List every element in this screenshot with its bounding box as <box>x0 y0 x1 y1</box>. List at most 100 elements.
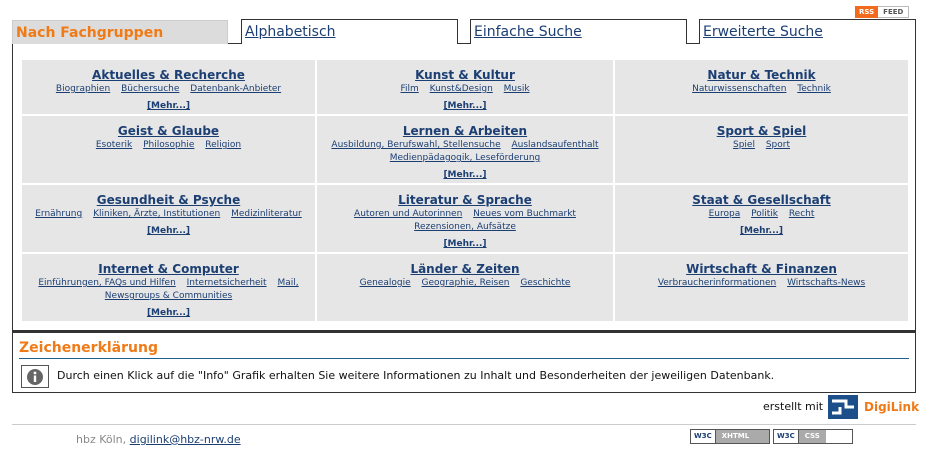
subcategory-link[interactable]: Sport <box>766 140 790 150</box>
subcategory-link[interactable]: Ernährung <box>35 209 82 219</box>
subcategory-link[interactable]: Musik <box>504 84 530 94</box>
subcategory-link[interactable]: Medienpädagogik, Leseförderung <box>390 153 541 163</box>
email-link[interactable]: digilink@hbz-nrw.de <box>130 433 241 446</box>
tab-alphabetisch[interactable]: Alphabetisch <box>241 19 458 44</box>
subject-group-cell: Länder & Zeiten Genealogie Geographie, Re… <box>317 254 613 321</box>
legend-section: Zeichenerklärung Durch einen Klick auf d… <box>12 331 916 393</box>
subcategory-list: Biographien Büchersuche Datenbank-Anbiet… <box>22 83 315 96</box>
digilink-brand[interactable]: DigiLink <box>864 400 919 414</box>
subcategory-link[interactable]: Neues vom Buchmarkt <box>473 209 576 219</box>
subcategory-link[interactable]: Technik <box>797 84 831 94</box>
more-link[interactable]: [Mehr...] <box>443 170 486 180</box>
more-link[interactable]: [Mehr...] <box>147 101 190 111</box>
subcategory-link[interactable]: Kliniken, Ärzte, Institutionen <box>93 209 220 219</box>
subject-group-title[interactable]: Literatur & Sprache <box>398 194 532 207</box>
more-link[interactable]: [Mehr...] <box>740 226 783 236</box>
w3c-xhtml-badge[interactable]: W3C XHTML 1.0 <box>690 429 770 450</box>
made-with-label: erstellt mit <box>763 400 824 413</box>
subcategory-link[interactable]: Verbraucherinformationen <box>658 278 776 288</box>
subcategory-link[interactable]: Spiel <box>733 140 755 150</box>
w3c-css-badge[interactable]: W3C CSS <box>773 429 853 444</box>
xhtml-label: XHTML 1.0 <box>715 430 769 450</box>
subcategory-link[interactable]: Geographie, Reisen <box>422 278 510 288</box>
subcategory-list: Film Kunst&Design Musik <box>317 83 613 96</box>
css-label: CSS <box>798 430 826 443</box>
feed-label: FEED <box>878 6 910 18</box>
subcategory-link[interactable]: Büchersuche <box>121 84 179 94</box>
subject-group-title[interactable]: Gesundheit & Psyche <box>97 194 241 207</box>
subcategory-link[interactable]: Recht <box>789 209 815 219</box>
subcategory-link[interactable]: Einführungen, FAQs und Hilfen <box>38 278 175 288</box>
subject-groups-panel: Aktuelles & Recherche Biographien Büchers… <box>12 44 916 331</box>
subject-group-cell: Sport & Spiel Spiel Sport <box>615 116 908 183</box>
rss-feed-badge[interactable]: RSS FEED <box>855 6 910 18</box>
legend-title: Zeichenerklärung <box>19 340 158 356</box>
tab-einfache-suche[interactable]: Einfache Suche <box>470 19 687 44</box>
subcategory-link[interactable]: Rezensionen, Aufsätze <box>414 222 516 232</box>
subject-group-title[interactable]: Geist & Glaube <box>118 125 219 138</box>
subcategory-link[interactable]: Auslandsaufenthalt <box>512 140 599 150</box>
tab-label: Einfache Suche <box>474 24 582 40</box>
tab-label: Alphabetisch <box>245 24 336 40</box>
subject-group-title[interactable]: Wirtschaft & Finanzen <box>686 263 837 276</box>
footer-address: hbz Köln, digilink@hbz-nrw.de <box>76 433 241 446</box>
subcategory-list: Spiel Sport <box>615 139 908 152</box>
subject-group-cell: Lernen & Arbeiten Ausbildung, Berufswahl,… <box>317 116 613 183</box>
subject-group-title[interactable]: Sport & Spiel <box>717 125 807 138</box>
legend-divider <box>19 358 909 359</box>
tab-label: Erweiterte Suche <box>703 24 823 40</box>
subcategory-list: Autoren und Autorinnen Neues vom Buchmar… <box>317 208 613 234</box>
more-link[interactable]: [Mehr...] <box>147 308 190 318</box>
more-link[interactable]: [Mehr...] <box>147 226 190 236</box>
subcategory-link[interactable]: Kunst&Design <box>430 84 493 94</box>
subcategory-link[interactable]: Film <box>400 84 418 94</box>
subcategory-list: Genealogie Geographie, Reisen Geschichte <box>317 277 613 290</box>
subcategory-link[interactable]: Mail, <box>277 278 298 288</box>
subject-group-title[interactable]: Natur & Technik <box>707 69 815 82</box>
subcategory-link[interactable]: Religion <box>205 140 241 150</box>
w3c-logo: W3C <box>691 430 716 443</box>
subcategory-list: Ausbildung, Berufswahl, Stellensuche Aus… <box>317 139 613 165</box>
subcategory-link[interactable]: Datenbank-Anbieter <box>190 84 281 94</box>
rss-label: RSS <box>855 6 879 18</box>
subcategory-list: Verbraucherinformationen Wirtschafts-New… <box>615 277 908 290</box>
subcategory-link[interactable]: Newsgroups & Communities <box>105 291 232 301</box>
subcategory-link[interactable]: Ausbildung, Berufswahl, Stellensuche <box>331 140 500 150</box>
subject-group-title[interactable]: Länder & Zeiten <box>410 263 519 276</box>
subject-group-cell: Literatur & Sprache Autoren und Autorinne… <box>317 185 613 252</box>
address-prefix: hbz Köln, <box>76 433 127 446</box>
subject-group-title[interactable]: Staat & Gesellschaft <box>692 194 830 207</box>
subject-group-title[interactable]: Lernen & Arbeiten <box>403 125 527 138</box>
subcategory-link[interactable]: Esoterik <box>96 140 132 150</box>
subcategory-link[interactable]: Autoren und Autorinnen <box>354 209 462 219</box>
footer-divider <box>12 424 916 425</box>
subcategory-link[interactable]: Geschichte <box>520 278 570 288</box>
subject-group-cell: Gesundheit & Psyche Ernährung Kliniken, Ä… <box>22 185 315 252</box>
subcategory-list: Europa Politik Recht <box>615 208 908 221</box>
digilink-logo-icon[interactable] <box>828 395 858 423</box>
subcategory-link[interactable]: Wirtschafts-News <box>787 278 865 288</box>
subject-group-cell: Geist & Glaube Esoterik Philosophie Relig… <box>22 116 315 183</box>
tab-erweiterte-suche[interactable]: Erweiterte Suche <box>699 19 916 44</box>
subcategory-list: Einführungen, FAQs und Hilfen Internetsi… <box>22 277 315 303</box>
subject-group-cell: Internet & Computer Einführungen, FAQs un… <box>22 254 315 321</box>
subcategory-link[interactable]: Philosophie <box>143 140 194 150</box>
subcategory-link[interactable]: Genealogie <box>360 278 411 288</box>
subcategory-link[interactable]: Naturwissenschaften <box>692 84 786 94</box>
subject-group-title[interactable]: Internet & Computer <box>98 263 239 276</box>
tab-nach-fachgruppen[interactable]: Nach Fachgruppen <box>12 20 228 44</box>
subcategory-list: Esoterik Philosophie Religion <box>22 139 315 152</box>
subcategory-link[interactable]: Internetsicherheit <box>187 278 267 288</box>
more-link[interactable]: [Mehr...] <box>443 101 486 111</box>
subcategory-link[interactable]: Europa <box>709 209 741 219</box>
subject-group-cell: Natur & Technik Naturwissenschaften Techn… <box>615 60 908 114</box>
subject-group-title[interactable]: Kunst & Kultur <box>415 69 515 82</box>
subject-group-title[interactable]: Aktuelles & Recherche <box>92 69 245 82</box>
subcategory-link[interactable]: Politik <box>751 209 778 219</box>
w3c-logo: W3C <box>774 430 799 443</box>
subcategory-link[interactable]: Medizinliteratur <box>231 209 302 219</box>
more-link[interactable]: [Mehr...] <box>443 239 486 249</box>
subject-group-cell: Kunst & Kultur Film Kunst&Design Musik [M… <box>317 60 613 114</box>
subcategory-link[interactable]: Biographien <box>56 84 110 94</box>
tab-label: Nach Fachgruppen <box>16 25 164 41</box>
